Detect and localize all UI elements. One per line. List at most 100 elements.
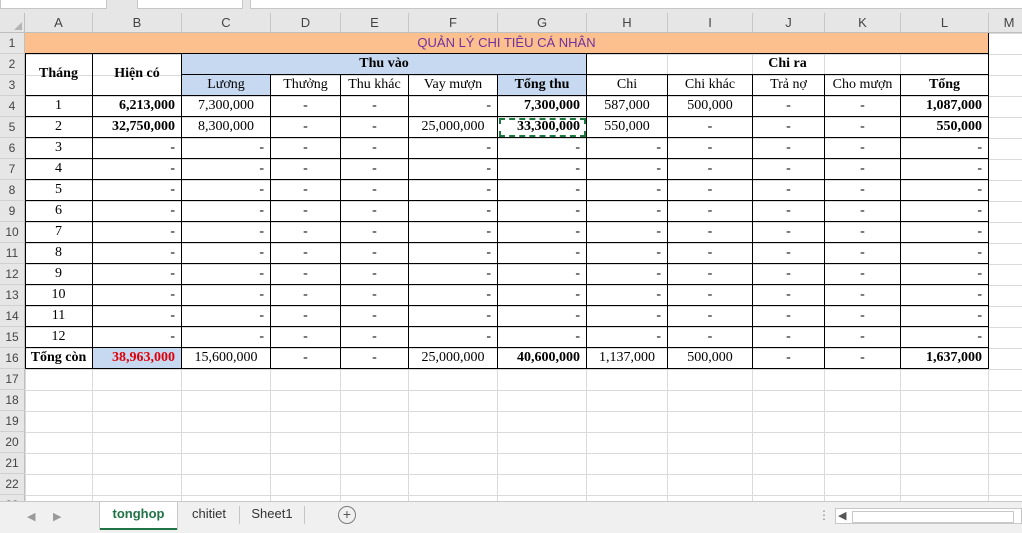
row-header-15[interactable]: 15 [0, 327, 25, 348]
cell-thang-5[interactable]: 5 [25, 180, 93, 201]
cell-tra-no-6[interactable]: - [753, 201, 825, 222]
cell-thuong-6[interactable]: - [271, 201, 341, 222]
header-hien-co[interactable]: Hiện có [93, 54, 182, 96]
cell-thang-9[interactable]: 9 [25, 264, 93, 285]
cell-thuong-8[interactable]: - [271, 243, 341, 264]
total-tra-no[interactable]: - [753, 348, 825, 369]
cell-chi-khac-5[interactable]: - [668, 180, 753, 201]
cell-tong-thu-1[interactable]: 7,300,000 [498, 96, 587, 117]
total-tong-thu[interactable]: 40,600,000 [498, 348, 587, 369]
header-thuong[interactable]: Thưởng [271, 75, 341, 96]
cell-tra-no-11[interactable]: - [753, 306, 825, 327]
row-header-7[interactable]: 7 [0, 159, 25, 180]
header-tong[interactable]: Tổng [901, 75, 989, 96]
cell-hien-co-4[interactable]: - [93, 159, 182, 180]
cell-tong-thu-3[interactable]: - [498, 138, 587, 159]
total-luong[interactable]: 15,600,000 [182, 348, 271, 369]
cell-vay-muon-9[interactable]: - [409, 264, 498, 285]
scroll-tabs-right-icon[interactable]: ▶ [53, 510, 61, 523]
cell-luong-2[interactable]: 8,300,000 [182, 117, 271, 138]
cell-luong-4[interactable]: - [182, 159, 271, 180]
cell-vay-muon-5[interactable]: - [409, 180, 498, 201]
cell-tra-no-8[interactable]: - [753, 243, 825, 264]
header-chi[interactable]: Chi [587, 75, 668, 96]
cell-cho-muon-4[interactable]: - [825, 159, 901, 180]
cell-vay-muon-12[interactable]: - [409, 327, 498, 348]
row-header-3[interactable]: 3 [0, 75, 25, 96]
column-header-m[interactable]: M [989, 13, 1022, 33]
row-header-13[interactable]: 13 [0, 285, 25, 306]
cell-cho-muon-2[interactable]: - [825, 117, 901, 138]
cell-chi-6[interactable]: - [587, 201, 668, 222]
cell-thu-khac-9[interactable]: - [341, 264, 409, 285]
column-header-g[interactable]: G [498, 13, 587, 33]
total-thu-khac[interactable]: - [341, 348, 409, 369]
header-cho-muon[interactable]: Cho mượn [825, 75, 901, 96]
cell-cho-muon-3[interactable]: - [825, 138, 901, 159]
total-cho-muon[interactable]: - [825, 348, 901, 369]
column-header-k[interactable]: K [825, 13, 901, 33]
cell-hien-co-1[interactable]: 6,213,000 [93, 96, 182, 117]
cell-vay-muon-8[interactable]: - [409, 243, 498, 264]
row-header-19[interactable]: 19 [0, 411, 25, 432]
header-thang[interactable]: Tháng [25, 54, 93, 96]
cell-chi-khac-10[interactable]: - [668, 285, 753, 306]
cell-thuong-7[interactable]: - [271, 222, 341, 243]
row-header-22[interactable]: 22 [0, 474, 25, 495]
cell-thuong-3[interactable]: - [271, 138, 341, 159]
cell-tong-thu-12[interactable]: - [498, 327, 587, 348]
cell-luong-7[interactable]: - [182, 222, 271, 243]
cell-chi-8[interactable]: - [587, 243, 668, 264]
column-header-l[interactable]: L [901, 13, 989, 33]
column-header-f[interactable]: F [409, 13, 498, 33]
cell-luong-12[interactable]: - [182, 327, 271, 348]
header-thu-vao[interactable]: Thu vào [182, 54, 587, 75]
cell-cho-muon-7[interactable]: - [825, 222, 901, 243]
cell-chi-khac-4[interactable]: - [668, 159, 753, 180]
cell-thuong-2[interactable]: - [271, 117, 341, 138]
header-tra-no[interactable]: Trả nợ [753, 75, 825, 96]
function-controls[interactable] [137, 0, 243, 9]
cell-tong-thu-6[interactable]: - [498, 201, 587, 222]
cell-luong-6[interactable]: - [182, 201, 271, 222]
cell-luong-5[interactable]: - [182, 180, 271, 201]
cell-tra-no-2[interactable]: - [753, 117, 825, 138]
cell-vay-muon-7[interactable]: - [409, 222, 498, 243]
cell-vay-muon-6[interactable]: - [409, 201, 498, 222]
cell-tong-10[interactable]: - [901, 285, 989, 306]
horizontal-scrollbar[interactable]: ◀ [835, 508, 1022, 524]
cell-thu-khac-8[interactable]: - [341, 243, 409, 264]
cell-chi-7[interactable]: - [587, 222, 668, 243]
cell-thuong-1[interactable]: - [271, 96, 341, 117]
cell-tra-no-9[interactable]: - [753, 264, 825, 285]
row-header-9[interactable]: 9 [0, 201, 25, 222]
cell-chi-9[interactable]: - [587, 264, 668, 285]
cell-thu-khac-1[interactable]: - [341, 96, 409, 117]
cell-tra-no-5[interactable]: - [753, 180, 825, 201]
cell-vay-muon-2[interactable]: 25,000,000 [409, 117, 498, 138]
cell-thu-khac-7[interactable]: - [341, 222, 409, 243]
row-header-21[interactable]: 21 [0, 453, 25, 474]
cell-thuong-4[interactable]: - [271, 159, 341, 180]
cell-tra-no-1[interactable]: - [753, 96, 825, 117]
cell-thang-7[interactable]: 7 [25, 222, 93, 243]
cell-tra-no-10[interactable]: - [753, 285, 825, 306]
cell-chi-khac-11[interactable]: - [668, 306, 753, 327]
cell-hien-co-10[interactable]: - [93, 285, 182, 306]
cell-thu-khac-2[interactable]: - [341, 117, 409, 138]
cell-tong-8[interactable]: - [901, 243, 989, 264]
cell-hien-co-6[interactable]: - [93, 201, 182, 222]
total-vay-muon[interactable]: 25,000,000 [409, 348, 498, 369]
cell-hien-co-11[interactable]: - [93, 306, 182, 327]
cell-chi-khac-1[interactable]: 500,000 [668, 96, 753, 117]
cell-cho-muon-10[interactable]: - [825, 285, 901, 306]
cell-luong-8[interactable]: - [182, 243, 271, 264]
cell-tong-3[interactable]: - [901, 138, 989, 159]
name-box[interactable] [0, 0, 107, 9]
cell-thang-3[interactable]: 3 [25, 138, 93, 159]
cell-tong-12[interactable]: - [901, 327, 989, 348]
cell-thuong-11[interactable]: - [271, 306, 341, 327]
total-thang[interactable]: Tổng còn [25, 348, 93, 369]
cell-tong-7[interactable]: - [901, 222, 989, 243]
cell-chi-khac-7[interactable]: - [668, 222, 753, 243]
